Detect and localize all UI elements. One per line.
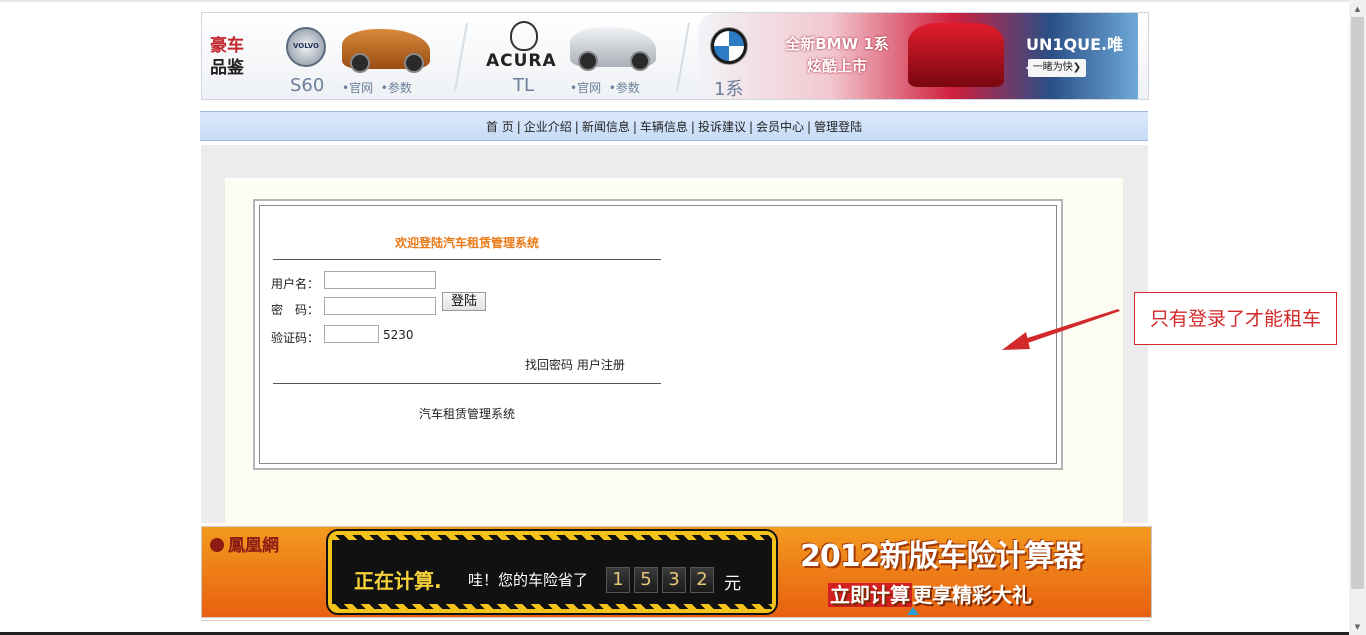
- main-nav: 首 页 | 企业介绍 | 新闻信息 | 车辆信息 | 投诉建议 | 会员中心 | 管理登陆: [200, 111, 1148, 141]
- bottom-insurance-ad[interactable]: 鳳凰網 正在计算. 哇！您的车险省了 1 5 3 2 元 2012新版车险计算器…: [201, 526, 1152, 618]
- calc-unit: 元: [724, 574, 741, 594]
- nav-item-admin-login[interactable]: 管理登陆: [814, 120, 862, 134]
- ad-headline: 2012新版车险计算器: [800, 539, 1083, 574]
- calc-display: 正在计算. 哇！您的车险省了 1 5 3 2 元: [328, 531, 776, 613]
- acura-links: •官网 •参数: [570, 79, 640, 96]
- volvo-logo-icon[interactable]: VOLVO: [286, 27, 326, 67]
- login-button[interactable]: 登陆: [442, 292, 486, 311]
- bmw-logo-icon[interactable]: [710, 27, 748, 65]
- nav-item-about[interactable]: 企业介绍: [524, 120, 572, 134]
- captcha-code: 5230: [383, 328, 414, 342]
- acura-logo-icon[interactable]: [510, 21, 538, 51]
- volvo-params-link[interactable]: •参数: [381, 81, 412, 95]
- annotation-note: 只有登录了才能租车: [1134, 292, 1337, 345]
- scroll-up-icon[interactable]: ▲: [1349, 0, 1366, 17]
- annotation-arrow-icon: [1002, 309, 1120, 350]
- login-links: 找回密码 用户注册: [525, 356, 625, 373]
- calc-digit: 3: [662, 567, 686, 593]
- browser-top-edge: [0, 0, 1349, 2]
- system-name-footer: 汽车租赁管理系统: [419, 407, 516, 421]
- bmw-tagline: 全新BMW 1系 炫酷上市: [785, 35, 889, 75]
- acura-car-image[interactable]: [570, 27, 656, 71]
- calc-digit: 5: [634, 567, 658, 593]
- nav-item-vehicles[interactable]: 车辆信息: [640, 120, 688, 134]
- nav-item-home[interactable]: 首 页: [486, 120, 514, 134]
- divider: [201, 620, 1150, 621]
- nav-item-news[interactable]: 新闻信息: [582, 120, 630, 134]
- calc-digit: 1: [606, 567, 630, 593]
- volvo-official-link[interactable]: •官网: [342, 81, 373, 95]
- divider: [273, 259, 661, 260]
- banner-divider: [676, 23, 690, 91]
- username-label: 用户名：: [271, 277, 320, 291]
- ifeng-brand: 鳳凰網: [210, 531, 279, 556]
- up-arrow-icon: [907, 607, 919, 615]
- captcha-label: 验证码：: [271, 331, 320, 345]
- volvo-links: •官网 •参数: [342, 79, 412, 96]
- acura-official-link[interactable]: •官网: [570, 81, 601, 95]
- scrollbar-thumb[interactable]: [1351, 17, 1364, 589]
- acura-model-label[interactable]: TL: [513, 75, 534, 96]
- captcha-input[interactable]: [324, 325, 379, 343]
- nav-item-complaints[interactable]: 投诉建议: [698, 120, 746, 134]
- forgot-password-link[interactable]: 找回密码: [525, 358, 573, 372]
- scroll-down-icon[interactable]: ▼: [1349, 618, 1366, 635]
- volvo-model-label[interactable]: S60: [290, 75, 324, 96]
- bmw-model-label[interactable]: 1系: [714, 75, 743, 99]
- banner-divider: [454, 23, 468, 91]
- acura-wordmark[interactable]: ACURA: [486, 51, 557, 71]
- username-input[interactable]: [324, 271, 436, 289]
- phoenix-logo-icon: [210, 538, 224, 552]
- calc-digit: 2: [690, 567, 714, 593]
- ad-subline: 立即计算 更享精彩大礼: [828, 583, 1032, 607]
- register-link[interactable]: 用户注册: [577, 358, 625, 372]
- top-banner-ad[interactable]: 豪车 品鉴 VOLVO S60 •官网 •参数 ACURA TL •官网 •参数…: [201, 12, 1149, 100]
- nav-item-members[interactable]: 会员中心: [756, 120, 804, 134]
- password-input[interactable]: [324, 297, 436, 315]
- calc-now-button[interactable]: 立即计算: [828, 583, 912, 607]
- divider: [273, 383, 661, 384]
- calc-title: 正在计算.: [354, 569, 442, 593]
- acura-params-link[interactable]: •参数: [609, 81, 640, 95]
- calc-text: 哇！您的车险省了: [468, 571, 589, 589]
- bmw-view-button[interactable]: 一睹为快❯: [1028, 59, 1086, 77]
- bmw-car-image: [908, 23, 1004, 87]
- bmw-ad[interactable]: 全新BMW 1系 炫酷上市 UN1QUE.唯一 一睹为快❯: [698, 13, 1138, 99]
- volvo-car-image[interactable]: [342, 29, 430, 73]
- password-label: 密 码：: [271, 303, 320, 317]
- login-welcome-title: 欢迎登陆汽车租赁管理系统: [395, 236, 540, 250]
- banner-title: 豪车 品鉴: [210, 36, 244, 78]
